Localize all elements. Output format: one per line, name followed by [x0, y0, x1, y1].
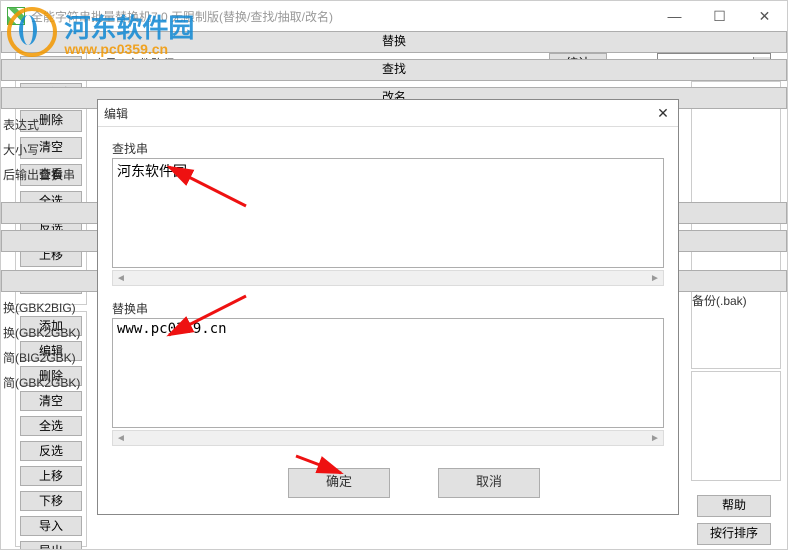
ok-button[interactable]: 确定: [288, 468, 390, 498]
rule-select-all-button[interactable]: 全选: [20, 416, 82, 436]
close-button[interactable]: ✕: [742, 1, 787, 31]
help-button[interactable]: 帮助: [697, 495, 771, 517]
rule-import-button[interactable]: 导入: [20, 516, 82, 536]
client-area: 在下列勾选文件中（注意备份） 添加 目录添加 删除 清空 查看 全选 反选 上移…: [1, 31, 787, 549]
edit-dialog: 编辑 ✕ 查找串 ◄ ► 替换串 ◄ ► 确定 取消: [97, 99, 679, 515]
replace-input[interactable]: [112, 318, 664, 428]
find-label: 查找串: [112, 140, 148, 157]
window-buttons: ― ☐ ✕: [652, 1, 787, 31]
app-icon: [7, 7, 25, 25]
sort-by-line-button[interactable]: 按行排序: [697, 523, 771, 545]
rule-export-button[interactable]: 导出: [20, 541, 82, 550]
titlebar: 全能字符串批量替换机7.0 无限制版(替换/查找/抽取/改名) ― ☐ ✕: [1, 1, 787, 32]
find-button[interactable]: 查找: [1, 59, 787, 81]
find-input[interactable]: [112, 158, 664, 268]
cancel-button[interactable]: 取消: [438, 468, 540, 498]
dialog-close-button[interactable]: ✕: [648, 105, 678, 122]
scroll-right-icon: ►: [647, 431, 663, 445]
replace-scrollbar[interactable]: ◄ ►: [112, 430, 664, 446]
dialog-titlebar: 编辑 ✕: [98, 100, 678, 127]
scroll-right-icon: ►: [647, 271, 663, 285]
rule-move-down-button[interactable]: 下移: [20, 491, 82, 511]
main-window: 全能字符串批量替换机7.0 无限制版(替换/查找/抽取/改名) ― ☐ ✕ 河东…: [0, 0, 788, 550]
window-title: 全能字符串批量替换机7.0 无限制版(替换/查找/抽取/改名): [31, 8, 652, 25]
replace-button[interactable]: 替换: [1, 31, 787, 53]
minimize-button[interactable]: ―: [652, 1, 697, 31]
dialog-title: 编辑: [98, 105, 648, 122]
find-scrollbar[interactable]: ◄ ►: [112, 270, 664, 286]
scroll-left-icon: ◄: [113, 431, 129, 445]
rule-move-up-button[interactable]: 上移: [20, 466, 82, 486]
maximize-button[interactable]: ☐: [697, 1, 742, 31]
scroll-left-icon: ◄: [113, 271, 129, 285]
replace-label: 替换串: [112, 300, 148, 317]
rule-clear-button[interactable]: 清空: [20, 391, 82, 411]
rule-invert-button[interactable]: 反选: [20, 441, 82, 461]
